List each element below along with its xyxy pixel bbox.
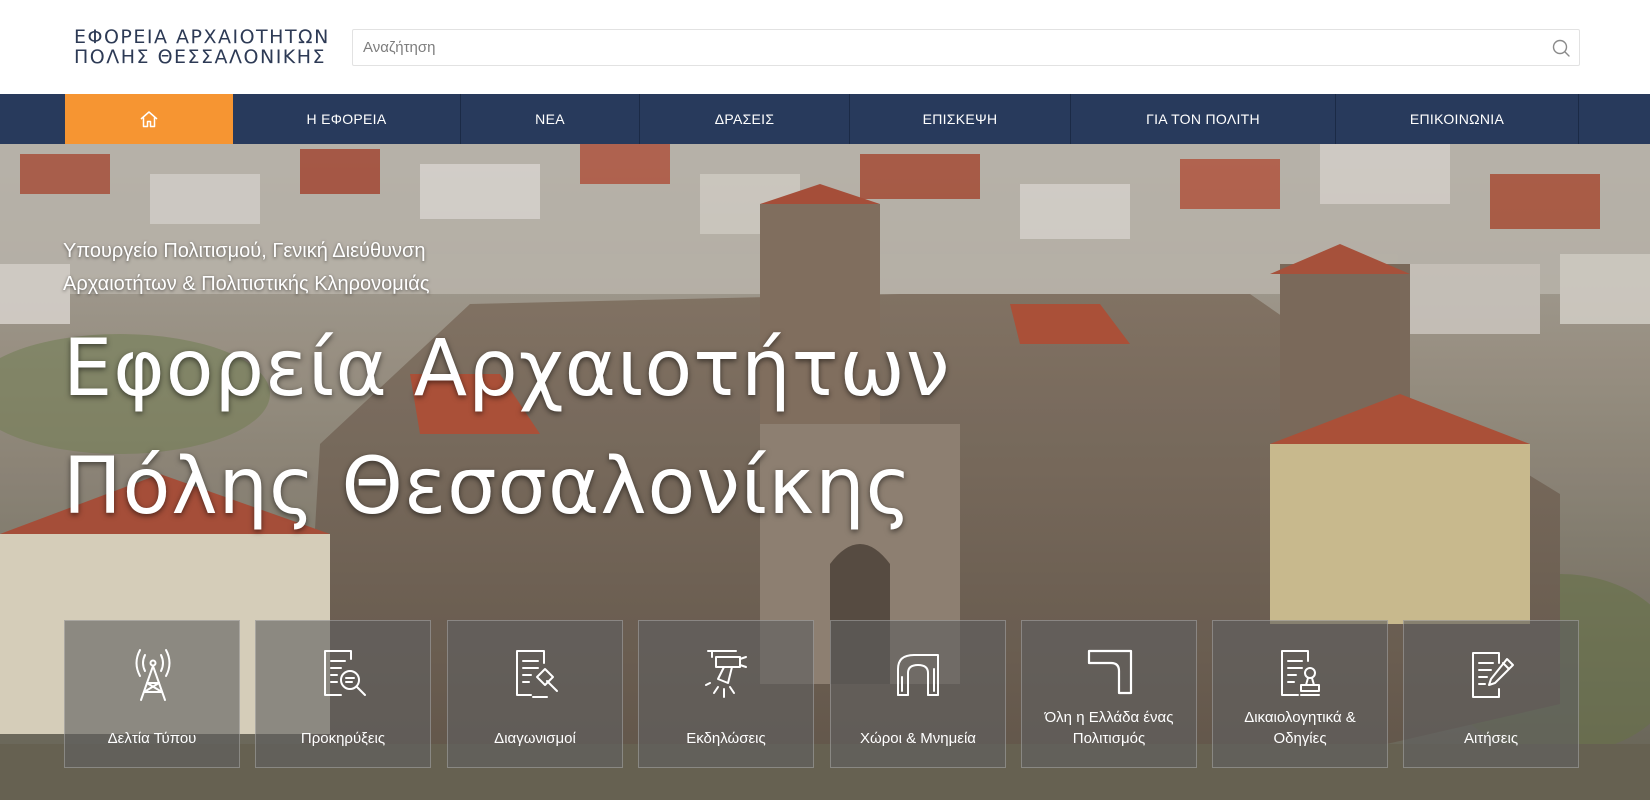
nav-item-visit[interactable]: ΕΠΙΣΚΕΨΗ [850,94,1071,144]
card-label: Δελτία Τύπου [107,730,197,747]
spotlight-icon [705,650,747,698]
logo-line-2: ΠΟΛΗΣ ΘΕΣΣΑΛΟΝΙΚΗΣ [74,46,327,68]
corner-frame-icon [1087,649,1133,695]
card-label: Όλη η Ελλάδα ένας Πολιτισμός [1044,709,1174,747]
search-input[interactable] [353,30,1579,65]
hero-subtitle: Υπουργείο Πολιτισμού, Γενική Διεύθυνση Α… [63,235,583,301]
main-navigation: Η ΕΦΟΡΕΙΑ ΝΕΑ ΔΡΑΣΕΙΣ ΕΠΙΣΚΕΨΗ ΓΙΑ ΤΟΝ Π… [0,94,1650,144]
search-box [352,29,1580,66]
card-label: Δικαιολογητικά & Οδηγίες [1244,709,1356,747]
search-icon[interactable] [1551,38,1571,58]
hero-title-line-2: Πόλης Θεσσαλονίκης [63,442,913,532]
hero-subtitle-line-2: Αρχαιοτήτων & Πολιτιστικής Κληρονομιάς [63,273,430,295]
card-label: Αιτήσεις [1463,730,1519,747]
card-events[interactable]: Εκδηλώσεις [638,620,814,768]
home-icon [140,111,158,128]
nav-item-contact[interactable]: ΕΠΙΚΟΙΝΩΝΙΑ [1336,94,1579,144]
arch-monument-icon [897,654,939,696]
hero-title: Εφορεία Αρχαιοτήτων Πόλης Θεσσαλονίκης [63,310,1063,546]
document-search-icon [324,650,366,696]
card-sites-monuments[interactable]: Χώροι & Μνημεία [830,620,1006,768]
broadcast-tower-icon [135,649,171,701]
document-gavel-icon [516,650,558,698]
card-label: Διαγωνισμοί [494,730,576,747]
nav-item-news[interactable]: ΝΕΑ [461,94,640,144]
logo-line-1: ΕΦΟΡΕΙΑ ΑΡΧΑΙΟΤΗΤΩΝ [74,26,330,48]
nav-item-efoeia[interactable]: Η ΕΦΟΡΕΙΑ [233,94,461,144]
card-culture-greece[interactable]: Όλη η Ελλάδα ένας Πολιτισμός [1021,620,1197,768]
hero-banner: Υπουργείο Πολιτισμού, Γενική Διεύθυνση Α… [0,144,1650,800]
site-header: ΕΦΟΡΕΙΑ ΑΡΧΑΙΟΤΗΤΩΝ ΠΟΛΗΣ ΘΕΣΣΑΛΟΝΙΚΗΣ [0,0,1650,94]
hero-title-line-1: Εφορεία Αρχαιοτήτων [63,324,951,414]
hero-subtitle-line-1: Υπουργείο Πολιτισμού, Γενική Διεύθυνση [63,240,426,262]
card-applications[interactable]: Αιτήσεις [1403,620,1579,768]
document-pen-icon [1472,652,1514,698]
nav-item-citizen[interactable]: ΓΙΑ ΤΟΝ ΠΟΛΙΤΗ [1071,94,1336,144]
nav-home[interactable] [65,94,233,144]
card-label: Εκδηλώσεις [686,730,766,747]
document-stamp-icon [1281,650,1320,696]
site-logo[interactable]: ΕΦΟΡΕΙΑ ΑΡΧΑΙΟΤΗΤΩΝ ΠΟΛΗΣ ΘΕΣΣΑΛΟΝΙΚΗΣ [74,26,330,68]
card-press-releases[interactable]: Δελτία Τύπου [64,620,240,768]
card-announcements[interactable]: Προκηρύξεις [255,620,431,768]
card-label: Προκηρύξεις [300,730,386,747]
card-label: Χώροι & Μνημεία [860,730,976,747]
nav-item-actions[interactable]: ΔΡΑΣΕΙΣ [640,94,850,144]
card-documents-guidelines[interactable]: Δικαιολογητικά & Οδηγίες [1212,620,1388,768]
card-tenders[interactable]: Διαγωνισμοί [447,620,623,768]
